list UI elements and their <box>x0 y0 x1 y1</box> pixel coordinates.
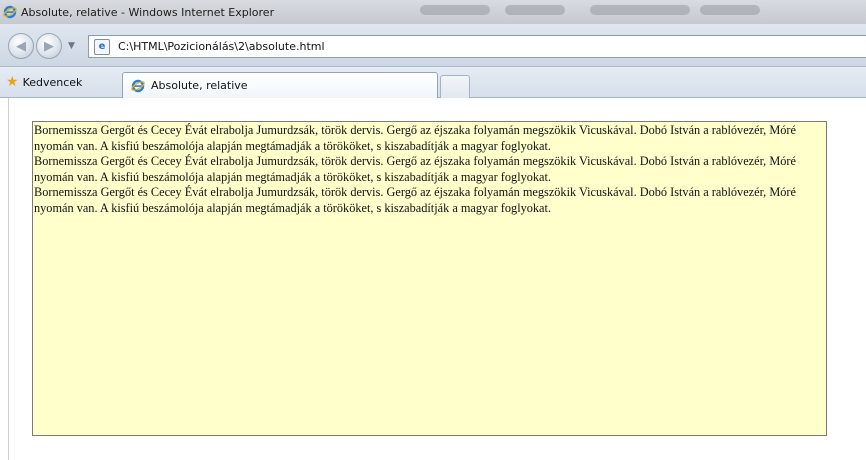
ie-icon <box>3 5 17 19</box>
divider <box>8 98 9 460</box>
tab-label: Absolute, relative <box>151 79 248 92</box>
navigation-bar: ◀ ▶ ▼ e C:\HTML\Pozicionálás\2\absolute.… <box>0 24 866 67</box>
back-arrow-icon: ◀ <box>16 38 26 54</box>
ie-page-icon: e <box>94 38 110 55</box>
favorites-button[interactable]: ★ Kedvencek <box>6 73 82 91</box>
address-bar[interactable]: e C:\HTML\Pozicionálás\2\absolute.html <box>88 35 866 58</box>
star-icon: ★ <box>6 74 19 90</box>
chevron-down-icon[interactable]: ▼ <box>68 41 75 51</box>
address-input[interactable]: C:\HTML\Pozicionálás\2\absolute.html <box>118 40 325 53</box>
tab-active[interactable]: Absolute, relative <box>122 72 438 98</box>
back-button[interactable]: ◀ <box>8 33 34 59</box>
paragraph: Bornemissza Gergőt és Cecey Évát elrabol… <box>34 123 796 153</box>
absolute-positioned-box: Bornemissza Gergőt és Cecey Évát elrabol… <box>32 121 827 436</box>
title-bar[interactable]: Absolute, relative - Windows Internet Ex… <box>0 0 866 24</box>
forward-button[interactable]: ▶ <box>36 33 62 59</box>
blurred-region <box>590 5 690 15</box>
paragraph: Bornemissza Gergőt és Cecey Évát elrabol… <box>34 185 796 215</box>
paragraph: Bornemissza Gergőt és Cecey Évát elrabol… <box>34 154 796 184</box>
page-content: Bornemissza Gergőt és Cecey Évát elrabol… <box>0 98 866 460</box>
ie-icon <box>131 79 145 93</box>
blurred-region <box>505 5 565 15</box>
forward-arrow-icon: ▶ <box>44 38 54 54</box>
favorites-label: Kedvencek <box>22 75 83 89</box>
window-title: Absolute, relative - Windows Internet Ex… <box>21 5 275 19</box>
blurred-region <box>700 5 760 15</box>
tab-bar: ★ Kedvencek Absolute, relative <box>0 67 866 98</box>
new-tab-button[interactable] <box>440 75 470 98</box>
blurred-region <box>420 5 490 15</box>
